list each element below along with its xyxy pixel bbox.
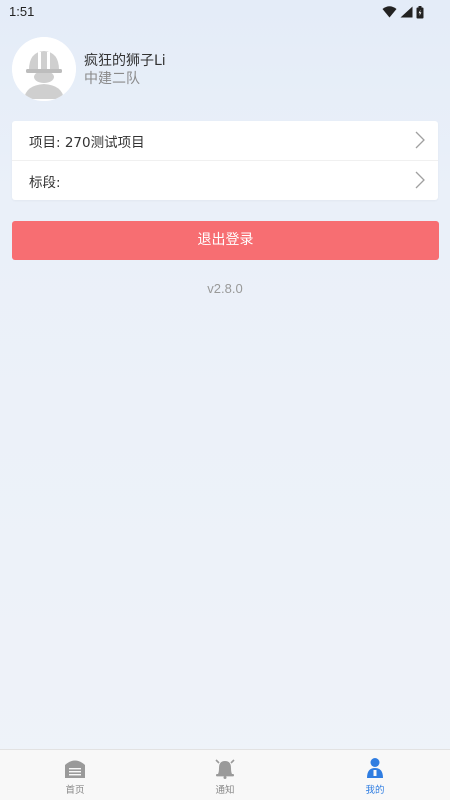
section-row[interactable]: 标段: <box>12 161 438 200</box>
tab-home[interactable]: 首页 <box>0 750 150 800</box>
app-version: v2.8.0 <box>207 281 243 296</box>
section-label: 标段: <box>29 175 61 191</box>
team-name: 中建二队 <box>84 71 140 87</box>
chevron-right-icon <box>415 171 425 189</box>
status-bar: 1:51 <box>0 0 450 24</box>
profile-header: 疯狂的狮子Li 中建二队 <box>12 37 432 101</box>
project-settings-card: 项目: 270测试项目 标段: <box>12 121 438 200</box>
cellular-signal-icon <box>400 6 413 18</box>
tab-notifications-label: 通知 <box>215 785 235 796</box>
wifi-icon <box>382 6 397 18</box>
tab-mine-label: 我的 <box>365 785 385 796</box>
battery-icon <box>416 5 424 18</box>
project-label: 项目: 270测试项目 <box>29 135 145 151</box>
logout-button[interactable]: 退出登录 <box>12 221 439 260</box>
bottom-tab-bar: 首页 通知 我的 <box>0 749 450 800</box>
bell-icon <box>215 759 235 779</box>
tab-home-label: 首页 <box>65 785 85 796</box>
chevron-right-icon <box>415 131 425 149</box>
avatar[interactable] <box>12 37 76 101</box>
project-row[interactable]: 项目: 270测试项目 <box>12 121 438 161</box>
tab-mine[interactable]: 我的 <box>300 750 450 800</box>
person-icon <box>367 758 383 778</box>
home-icon <box>65 760 85 778</box>
status-time: 1:51 <box>9 4 35 19</box>
worker-helmet-avatar-icon <box>12 37 76 101</box>
status-icons <box>382 4 424 20</box>
user-name: 疯狂的狮子Li <box>84 53 166 69</box>
tab-notifications[interactable]: 通知 <box>150 750 300 800</box>
